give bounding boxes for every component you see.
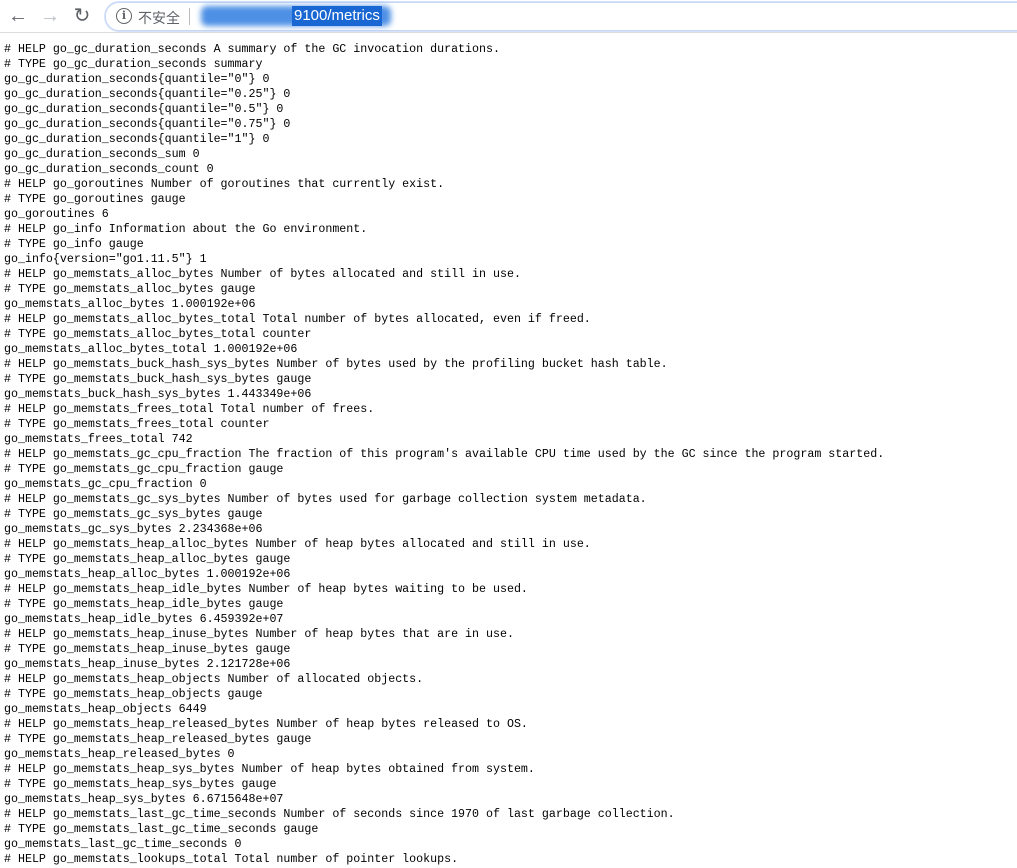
metrics-line: # TYPE go_memstats_alloc_bytes gauge [4,283,256,296]
metrics-line: # TYPE go_memstats_heap_objects gauge [4,688,263,701]
browser-toolbar: ← → ↻ i 不安全 9100/metrics [0,0,1017,33]
forward-arrow-icon[interactable]: → [38,4,62,28]
address-bar[interactable]: i 不安全 9100/metrics [105,2,1017,31]
metrics-line: go_memstats_heap_idle_bytes 6.459392e+07 [4,613,284,626]
metrics-line: # HELP go_info Information about the Go … [4,223,368,236]
metrics-line: # TYPE go_memstats_last_gc_time_seconds … [4,823,319,836]
metrics-line: go_info{version="go1.11.5"} 1 [4,253,207,266]
metrics-line: # HELP go_memstats_heap_objects Number o… [4,673,424,686]
metrics-line: # HELP go_memstats_heap_alloc_bytes Numb… [4,538,591,551]
metrics-line: # TYPE go_memstats_heap_idle_bytes gauge [4,598,284,611]
metrics-line: # TYPE go_memstats_gc_cpu_fraction gauge [4,463,284,476]
metrics-line: # HELP go_memstats_gc_cpu_fraction The f… [4,448,885,461]
metrics-line: # TYPE go_memstats_buck_hash_sys_bytes g… [4,373,312,386]
metrics-line: # HELP go_memstats_buck_hash_sys_bytes N… [4,358,668,371]
metrics-line: go_memstats_heap_alloc_bytes 1.000192e+0… [4,568,291,581]
metrics-line: go_memstats_heap_inuse_bytes 2.121728e+0… [4,658,291,671]
metrics-line: go_memstats_buck_hash_sys_bytes 1.443349… [4,388,312,401]
metrics-line: # TYPE go_gc_duration_seconds summary [4,58,263,71]
metrics-line: # TYPE go_memstats_heap_alloc_bytes gaug… [4,553,291,566]
url-path[interactable]: 9100/metrics [292,6,382,26]
metrics-line: go_gc_duration_seconds{quantile="0.25"} … [4,88,291,101]
metrics-line: go_gc_duration_seconds_count 0 [4,163,214,176]
metrics-line: # TYPE go_memstats_frees_total counter [4,418,270,431]
metrics-line: go_goroutines 6 [4,208,109,221]
metrics-line: go_gc_duration_seconds{quantile="0.75"} … [4,118,291,131]
metrics-line: # HELP go_goroutines Number of goroutine… [4,178,445,191]
metrics-line: # TYPE go_memstats_alloc_bytes_total cou… [4,328,312,341]
metrics-line: # HELP go_memstats_heap_released_bytes N… [4,718,528,731]
divider [189,8,190,25]
metrics-line: # TYPE go_memstats_heap_inuse_bytes gaug… [4,643,291,656]
metrics-line: # HELP go_memstats_heap_idle_bytes Numbe… [4,583,528,596]
metrics-line: # TYPE go_memstats_heap_released_bytes g… [4,733,312,746]
metrics-line: go_gc_duration_seconds{quantile="0.5"} 0 [4,103,284,116]
metrics-line: # HELP go_memstats_heap_inuse_bytes Numb… [4,628,514,641]
metrics-line: # TYPE go_memstats_gc_sys_bytes gauge [4,508,263,521]
metrics-line: go_memstats_gc_cpu_fraction 0 [4,478,207,491]
reload-icon[interactable]: ↻ [70,4,94,28]
metrics-line: # TYPE go_info gauge [4,238,144,251]
metrics-line: # HELP go_memstats_heap_sys_bytes Number… [4,763,535,776]
metrics-line: go_memstats_heap_sys_bytes 6.6715648e+07 [4,793,284,806]
metrics-line: go_memstats_alloc_bytes_total 1.000192e+… [4,343,298,356]
metrics-line: go_memstats_last_gc_time_seconds 0 [4,838,242,851]
metrics-line: # HELP go_memstats_alloc_bytes_total Tot… [4,313,591,326]
metrics-line: go_gc_duration_seconds_sum 0 [4,148,200,161]
metrics-line: # HELP go_memstats_frees_total Total num… [4,403,375,416]
metrics-line: go_memstats_gc_sys_bytes 2.234368e+06 [4,523,263,536]
metrics-line: # HELP go_memstats_alloc_bytes Number of… [4,268,521,281]
metrics-line: go_memstats_heap_objects 6449 [4,703,207,716]
metrics-line: # HELP go_memstats_lookups_total Total n… [4,853,459,866]
metrics-line: # TYPE go_memstats_heap_sys_bytes gauge [4,778,277,791]
metrics-line: # HELP go_memstats_gc_sys_bytes Number o… [4,493,647,506]
metrics-line: # HELP go_gc_duration_seconds A summary … [4,43,500,56]
metrics-line: go_gc_duration_seconds{quantile="0"} 0 [4,73,270,86]
metrics-line: go_memstats_alloc_bytes 1.000192e+06 [4,298,256,311]
info-icon[interactable]: i [116,8,132,24]
metrics-line: go_memstats_heap_released_bytes 0 [4,748,235,761]
metrics-line: go_gc_duration_seconds{quantile="1"} 0 [4,133,270,146]
metrics-line: # TYPE go_goroutines gauge [4,193,186,206]
metrics-content: # HELP go_gc_duration_seconds A summary … [4,42,884,867]
security-label[interactable]: 不安全 [138,8,180,28]
metrics-line: # HELP go_memstats_last_gc_time_seconds … [4,808,675,821]
metrics-line: go_memstats_frees_total 742 [4,433,193,446]
back-arrow-icon[interactable]: ← [6,4,30,28]
